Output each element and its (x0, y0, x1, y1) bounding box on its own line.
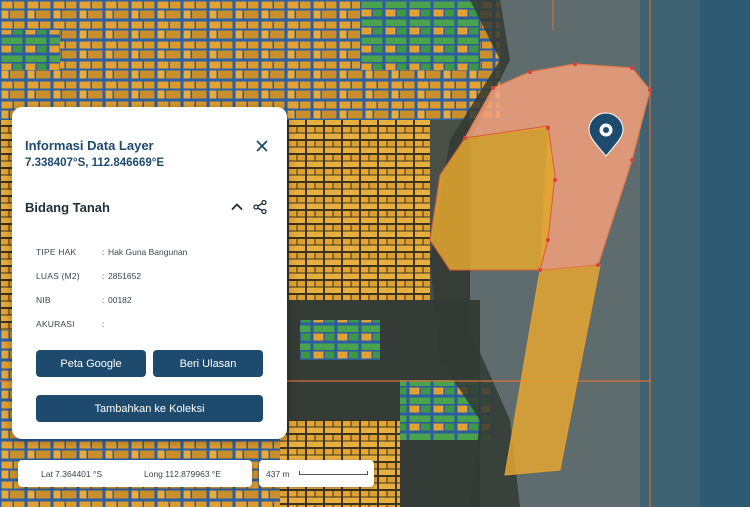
collapse-button[interactable] (229, 199, 245, 215)
share-button[interactable] (252, 199, 268, 215)
panel-coordinates: 7.338407°S, 112.846669°E (25, 157, 165, 169)
scale-line (299, 471, 368, 475)
latitude-readout: Lat 7.364401 °S (41, 469, 103, 479)
google-maps-button[interactable]: Peta Google (36, 350, 146, 377)
info-panel: Informasi Data Layer 7.338407°S, 112.846… (12, 107, 287, 439)
add-to-collection-button[interactable]: Tambahkan ke Koleksi (36, 395, 263, 422)
section-title: Bidang Tanah (25, 200, 110, 215)
attribute-key: TIPE HAK (36, 247, 77, 257)
scale-label: 437 m (266, 469, 290, 479)
attribute-key: LUAS (M2) (36, 271, 80, 281)
attribute-key: NIB (36, 295, 51, 305)
panel-title: Informasi Data Layer (25, 138, 154, 153)
attribute-value: 00182 (108, 295, 132, 305)
scale-bar: 437 m (259, 460, 374, 487)
attribute-value: Hak Guna Bangunan (108, 247, 188, 257)
close-icon (256, 140, 268, 152)
attribute-value: 2851652 (108, 271, 142, 281)
attribute-key: AKURASI (36, 319, 75, 329)
chevron-up-icon (231, 203, 243, 210)
review-button[interactable]: Beri Ulasan (153, 350, 263, 377)
close-button[interactable] (254, 138, 270, 154)
share-icon (253, 199, 267, 215)
coordinate-readout: Lat 7.364401 °S Long 112.879963 °E (18, 460, 252, 487)
longitude-readout: Long 112.879963 °E (144, 469, 221, 479)
